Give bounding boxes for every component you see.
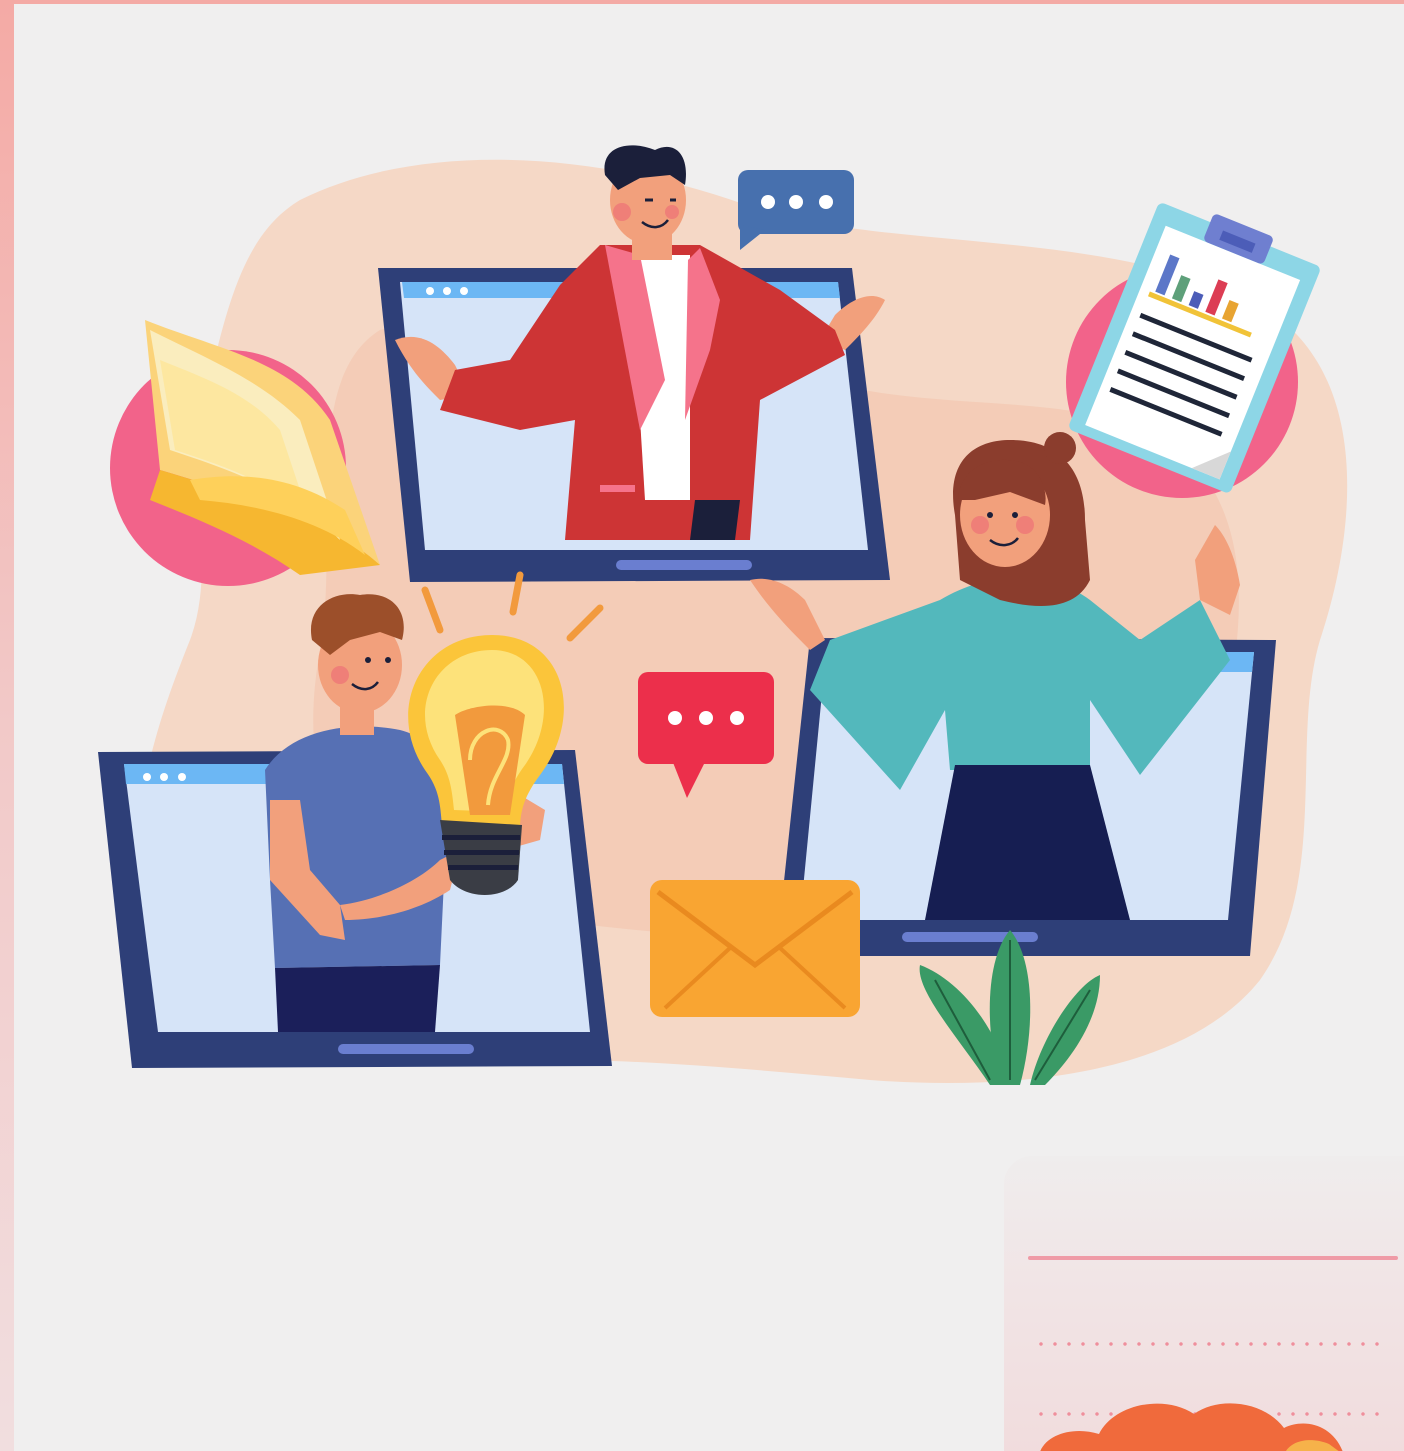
envelope-icon	[650, 880, 860, 1017]
cloud-icon	[1040, 1403, 1343, 1451]
window-dots-icon	[143, 773, 186, 781]
illustration-canvas	[14, 4, 1404, 1451]
decorative-card	[1004, 1156, 1404, 1451]
window-dots-icon	[426, 287, 468, 295]
